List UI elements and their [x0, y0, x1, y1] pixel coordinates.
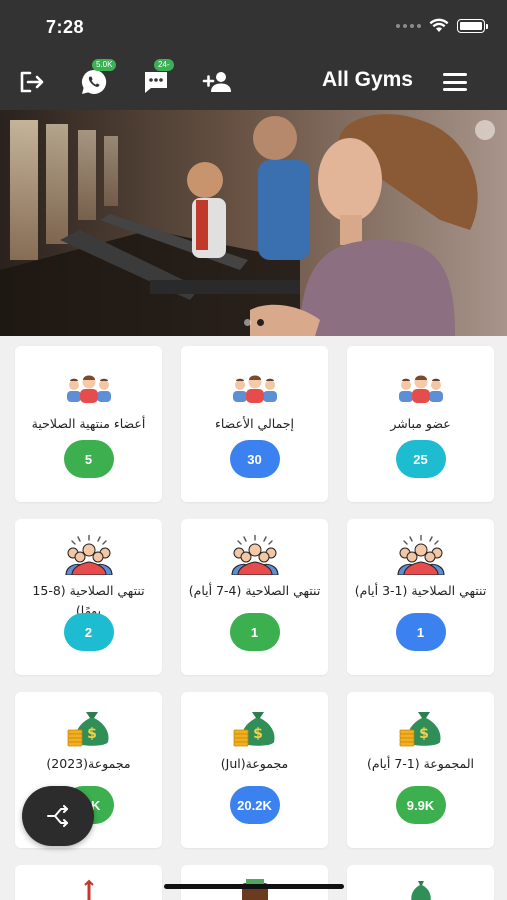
- add-user-button[interactable]: [202, 66, 234, 98]
- svg-text:$: $: [419, 726, 429, 742]
- card-count-badge: 1: [395, 613, 446, 651]
- status-time: 7:28: [46, 17, 85, 37]
- carousel-dot[interactable]: [243, 319, 251, 326]
- card-count-badge: 5: [63, 440, 114, 478]
- money-bag-icon: $: [233, 712, 274, 747]
- stat-card-active-members[interactable]: عضو مباشر 25: [347, 346, 494, 502]
- chart-icon: [83, 879, 94, 900]
- carousel-dot-active[interactable]: [256, 319, 264, 326]
- app-screen: 7:28 5.0K 24- All Gyms عضو مباشر 25 إجما…: [0, 0, 507, 900]
- card-label: تنتهي الصلاحية (1-3 أيام): [354, 583, 487, 598]
- crowd-icon: [64, 535, 113, 575]
- logout-button[interactable]: [16, 66, 48, 98]
- messages-icon: [145, 72, 167, 93]
- share-fab[interactable]: [22, 786, 94, 846]
- crowd-icon: [230, 535, 279, 575]
- card-label: عضو مباشر: [390, 416, 451, 431]
- members-group-icon: [66, 375, 111, 403]
- card-label: إجمالي الأعضاء: [214, 416, 295, 431]
- members-group-icon: [232, 375, 277, 403]
- stat-card-expiring-4-7[interactable]: تنتهي الصلاحية (4-7 أيام) 1: [181, 519, 328, 675]
- svg-text:$: $: [253, 726, 263, 742]
- menu-icon[interactable]: [443, 73, 467, 91]
- stat-card-partial[interactable]: [15, 865, 162, 900]
- card-count-badge: 2: [63, 613, 114, 651]
- messages-button[interactable]: 24-: [140, 59, 174, 98]
- banner-carousel[interactable]: [0, 110, 507, 336]
- card-count-badge: 9.9K: [395, 786, 446, 824]
- card-label: المجموعة (1-7 أيام): [366, 756, 475, 771]
- money-bag-icon: $: [67, 712, 108, 747]
- whatsapp-badge: 5.0K: [92, 59, 117, 71]
- card-label: أعضاء منتهية الصلاحية: [31, 416, 146, 431]
- add-user-icon: [202, 72, 231, 92]
- stat-card-collection-month[interactable]: $ مجموعة(Jul) 20.2K: [181, 692, 328, 848]
- card-label: مجموعة(2023): [46, 756, 131, 771]
- stat-card-collection-1-7-days[interactable]: $ المجموعة (1-7 أيام) 9.9K: [347, 692, 494, 848]
- stat-card-expiring-8-15[interactable]: تنتهي الصلاحية (8-15 يومًا) 2: [15, 519, 162, 675]
- card-label: مجموعة(Jul): [220, 756, 289, 771]
- whatsapp-button[interactable]: 5.0K: [78, 59, 117, 98]
- stat-card-expiring-1-3[interactable]: تنتهي الصلاحية (1-3 أيام) 1: [347, 519, 494, 675]
- home-indicator[interactable]: [164, 884, 344, 889]
- share-icon: [47, 805, 68, 827]
- status-icons: [396, 18, 488, 33]
- stat-card-total-members[interactable]: إجمالي الأعضاء 30: [181, 346, 328, 502]
- status-bar: 7:28: [0, 0, 507, 54]
- crowd-icon: [396, 535, 445, 575]
- card-count-badge: 1: [229, 613, 280, 651]
- card-count-badge: 20.2K: [229, 786, 280, 824]
- money-bag-icon: [410, 881, 431, 900]
- messages-badge: 24-: [154, 59, 174, 71]
- banner-image: [0, 110, 507, 336]
- whatsapp-icon: [81, 69, 107, 94]
- logout-icon: [20, 71, 44, 93]
- card-count-badge: 30: [229, 440, 280, 478]
- wifi-icon: [429, 18, 449, 32]
- stat-card-partial[interactable]: [347, 865, 494, 900]
- battery-icon: [457, 18, 488, 33]
- card-count-badge: 25: [395, 440, 446, 478]
- cellular-signal-icon: [396, 23, 421, 28]
- card-label: تنتهي الصلاحية (4-7 أيام): [188, 583, 321, 598]
- money-bag-icon: $: [399, 712, 440, 747]
- page-title: All Gyms: [321, 68, 413, 91]
- svg-text:$: $: [87, 726, 97, 742]
- carousel-dots: [0, 319, 507, 326]
- app-header: 5.0K 24- All Gyms: [0, 54, 507, 110]
- stat-card-expired-members[interactable]: أعضاء منتهية الصلاحية 5: [15, 346, 162, 502]
- stat-card-partial[interactable]: [181, 865, 328, 900]
- members-group-icon: [398, 375, 443, 403]
